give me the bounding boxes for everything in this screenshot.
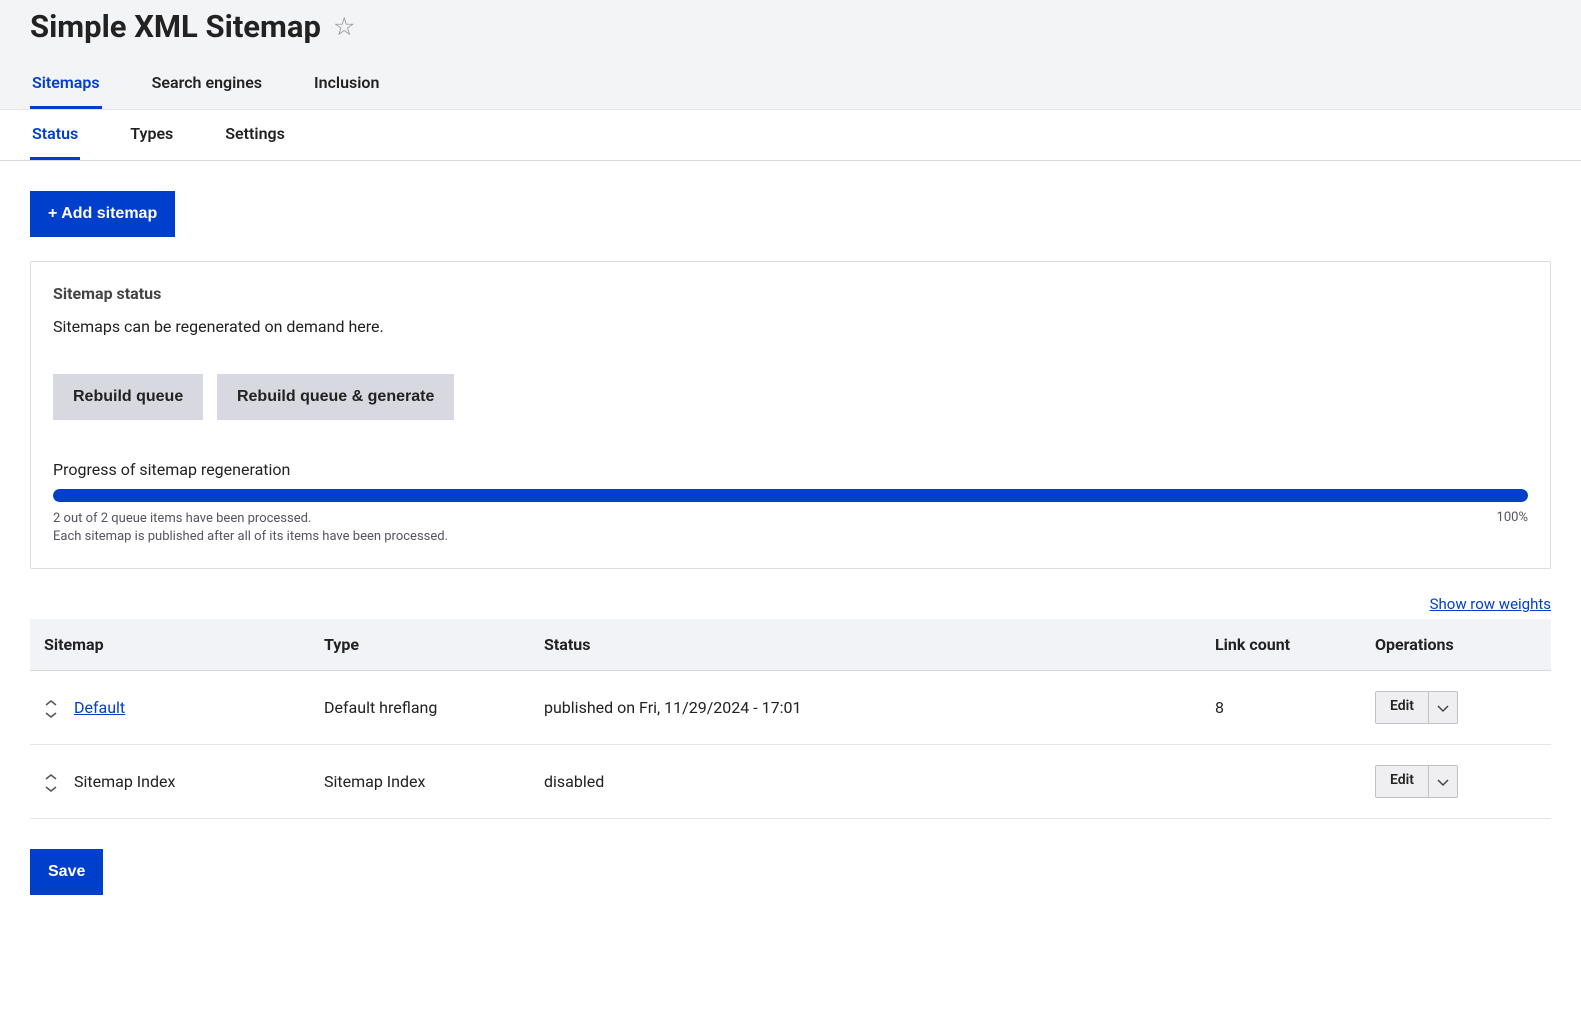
page-title: Simple XML Sitemap (30, 8, 321, 45)
table-row: Default Default hreflang published on Fr… (30, 671, 1551, 745)
th-link-count: Link count (1201, 619, 1361, 671)
chevron-down-icon (1437, 772, 1449, 791)
progress-bar (53, 489, 1528, 502)
drag-handle-icon[interactable] (44, 700, 60, 718)
operations-toggle[interactable] (1429, 692, 1457, 723)
sitemap-status-fieldset: Sitemap status Sitemaps can be regenerat… (30, 261, 1551, 569)
subtab-status[interactable]: Status (30, 110, 80, 160)
operations-toggle[interactable] (1429, 766, 1457, 797)
progress-percent: 100% (1497, 510, 1528, 546)
tab-search-engines[interactable]: Search engines (150, 63, 264, 109)
th-sitemap: Sitemap (30, 619, 310, 671)
sitemap-name: Sitemap Index (74, 772, 175, 791)
rebuild-queue-button[interactable]: Rebuild queue (53, 374, 203, 420)
operations-dropbutton: Edit (1375, 691, 1458, 724)
cell-status: disabled (530, 745, 1201, 819)
drag-handle-icon[interactable] (44, 774, 60, 792)
th-operations: Operations (1361, 619, 1551, 671)
rebuild-queue-generate-button[interactable]: Rebuild queue & generate (217, 374, 454, 420)
sitemaps-table: Sitemap Type Status Link count Operation… (30, 619, 1551, 819)
th-type: Type (310, 619, 530, 671)
fieldset-description: Sitemaps can be regenerated on demand he… (53, 317, 1528, 336)
save-button[interactable]: Save (30, 849, 103, 895)
primary-tabs: Sitemaps Search engines Inclusion (30, 63, 1551, 109)
edit-button[interactable]: Edit (1376, 692, 1429, 723)
sitemap-link-default[interactable]: Default (74, 698, 125, 717)
tab-inclusion[interactable]: Inclusion (312, 63, 381, 109)
secondary-tabs: Status Types Settings (0, 110, 1581, 161)
subtab-settings[interactable]: Settings (223, 110, 287, 160)
show-row-weights-link[interactable]: Show row weights (1430, 595, 1551, 613)
add-sitemap-button[interactable]: + Add sitemap (30, 191, 175, 237)
progress-text-line2: Each sitemap is published after all of i… (53, 528, 448, 546)
chevron-down-icon (1437, 698, 1449, 717)
edit-button[interactable]: Edit (1376, 766, 1429, 797)
operations-dropbutton: Edit (1375, 765, 1458, 798)
cell-linkcount (1201, 745, 1361, 819)
th-status: Status (530, 619, 1201, 671)
subtab-types[interactable]: Types (128, 110, 175, 160)
fieldset-title: Sitemap status (53, 284, 1528, 303)
cell-status: published on Fri, 11/29/2024 - 17:01 (530, 671, 1201, 745)
tab-sitemaps[interactable]: Sitemaps (30, 63, 102, 109)
star-icon[interactable]: ☆ (333, 12, 355, 42)
cell-linkcount: 8 (1201, 671, 1361, 745)
progress-text-line1: 2 out of 2 queue items have been process… (53, 510, 448, 528)
table-row: Sitemap Index Sitemap Index disabled Edi… (30, 745, 1551, 819)
cell-type: Sitemap Index (310, 745, 530, 819)
progress-label: Progress of sitemap regeneration (53, 460, 1528, 479)
progress-bar-fill (53, 489, 1528, 502)
cell-type: Default hreflang (310, 671, 530, 745)
